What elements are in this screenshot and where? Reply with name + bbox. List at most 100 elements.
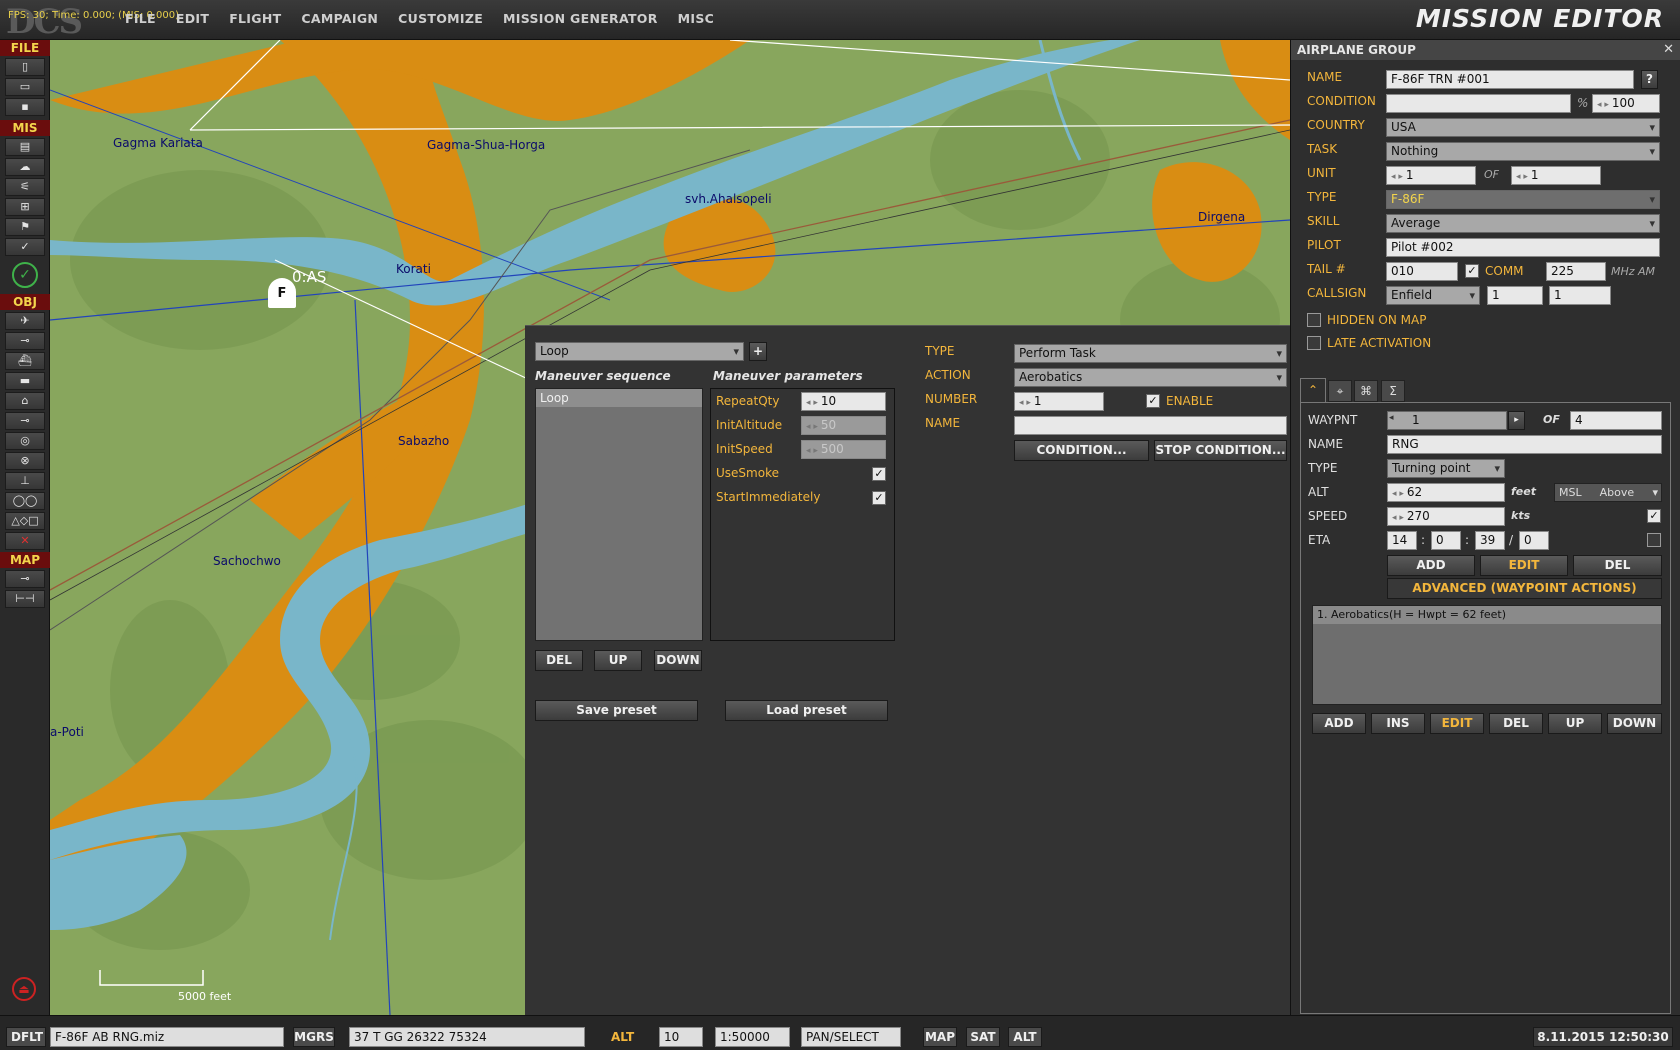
skill-select[interactable]: Average (1386, 214, 1660, 233)
eta-hours[interactable]: 14 (1387, 531, 1417, 550)
unit-spinner[interactable]: ◂ ▸ 1 (1386, 166, 1476, 185)
condition-button[interactable]: CONDITION... (1014, 440, 1149, 461)
sequence-down-button[interactable]: DOWN (654, 650, 702, 671)
type-select[interactable]: F-86F (1386, 190, 1660, 209)
template-icon[interactable]: ◯◯ (5, 492, 45, 510)
menu-mission-generator[interactable]: MISSION GENERATOR (503, 11, 658, 26)
use-smoke-checkbox[interactable]: ✓ (872, 467, 886, 481)
menu-misc[interactable]: MISC (678, 11, 714, 26)
close-icon[interactable]: ✕ (1663, 42, 1674, 57)
flag-icon[interactable]: ⚑ (5, 218, 45, 236)
map-key-icon[interactable]: ⊸ (5, 570, 45, 588)
late-activation-checkbox[interactable] (1307, 336, 1321, 350)
help-button[interactable]: ? (1641, 70, 1658, 89)
farp-icon[interactable]: ⊥ (5, 472, 45, 490)
waypoint-actions-list[interactable]: 1. Aerobatics(H = Hwpt = 62 feet) (1312, 605, 1662, 705)
exit-icon[interactable]: ⏏ (12, 977, 36, 1001)
hidden-on-map-checkbox[interactable] (1307, 313, 1321, 327)
menu-file[interactable]: FILE (125, 11, 156, 26)
static-object-icon[interactable]: ⌂ (5, 392, 45, 410)
list-item[interactable]: Loop (536, 389, 702, 407)
action-up-button[interactable]: UP (1548, 713, 1602, 734)
next-waypoint-icon[interactable]: ▸ (1508, 411, 1525, 430)
action-ins-button[interactable]: INS (1371, 713, 1425, 734)
action-down-button[interactable]: DOWN (1607, 713, 1662, 734)
trigger-icon[interactable]: ⚟ (5, 178, 45, 196)
altitude-reference-select[interactable]: MSL Above ▾ (1554, 483, 1662, 502)
waypoint-type-select[interactable]: Turning point (1387, 459, 1505, 478)
menu-flight[interactable]: FLIGHT (229, 11, 281, 26)
country-select[interactable]: USA (1386, 118, 1660, 137)
task-number-spinner[interactable]: ◂ ▸ 1 (1014, 392, 1104, 411)
new-file-icon[interactable]: ▯ (5, 58, 45, 76)
menu-customize[interactable]: CUSTOMIZE (398, 11, 483, 26)
enable-checkbox[interactable]: ✓ (1146, 394, 1160, 408)
condition-input[interactable] (1386, 94, 1571, 113)
coord-type-button[interactable]: MGRS (293, 1027, 335, 1047)
task-name-input[interactable] (1014, 416, 1287, 435)
group-name-input[interactable]: F-86F TRN #001 (1386, 70, 1634, 89)
eta-days[interactable]: 0 (1519, 531, 1549, 550)
unit-count-spinner[interactable]: ◂ ▸ 1 (1511, 166, 1601, 185)
target-icon[interactable]: ⊗ (5, 452, 45, 470)
check-icon[interactable]: ✓ (5, 238, 45, 256)
pilot-input[interactable]: Pilot #002 (1386, 238, 1660, 257)
comm-input[interactable]: 225 (1546, 262, 1606, 281)
maneuver-preset-select[interactable]: Loop (535, 342, 744, 361)
eta-minutes[interactable]: 0 (1431, 531, 1461, 550)
helicopter-icon[interactable]: ⊸ (5, 332, 45, 350)
mission-ok-icon[interactable]: ✓ (12, 262, 38, 288)
start-immediately-checkbox[interactable]: ✓ (872, 491, 886, 505)
menu-campaign[interactable]: CAMPAIGN (301, 11, 378, 26)
menu-edit[interactable]: EDIT (176, 11, 209, 26)
task-type-select[interactable]: Perform Task (1014, 344, 1287, 363)
route-icon[interactable]: ⊸ (5, 412, 45, 430)
tab-payload-icon[interactable]: ⌘ (1354, 380, 1378, 402)
prev-waypoint-icon[interactable]: ◂ (1389, 413, 1394, 423)
callsign-select[interactable]: Enfield (1386, 286, 1480, 305)
vehicle-icon[interactable]: ▬ (5, 372, 45, 390)
eta-seconds[interactable]: 39 (1475, 531, 1505, 550)
waypoint-select[interactable]: 1 (1387, 411, 1507, 430)
probability-spinner[interactable]: ◂ ▸ 100 (1592, 94, 1660, 113)
waypoint-del-button[interactable]: DEL (1573, 555, 1662, 576)
map-mode-button[interactable]: MAP (923, 1027, 957, 1047)
comm-checkbox[interactable]: ✓ (1465, 264, 1479, 278)
add-maneuver-button[interactable]: + (749, 342, 767, 361)
callsign-number-1[interactable]: 1 (1487, 286, 1543, 305)
mode-indicator[interactable]: DFLT (6, 1027, 46, 1047)
save-preset-button[interactable]: Save preset (535, 700, 698, 721)
advanced-waypoint-actions-button[interactable]: ADVANCED (WAYPOINT ACTIONS) (1387, 578, 1662, 599)
satellite-mode-button[interactable]: SAT (966, 1027, 1000, 1047)
stop-condition-button[interactable]: STOP CONDITION... (1154, 440, 1287, 461)
callsign-number-2[interactable]: 1 (1549, 286, 1611, 305)
goals-icon[interactable]: ⊞ (5, 198, 45, 216)
sequence-up-button[interactable]: UP (594, 650, 642, 671)
tab-targets-icon[interactable]: ⌖ (1328, 380, 1352, 402)
airplane-icon[interactable]: ✈ (5, 312, 45, 330)
briefing-icon[interactable]: ▤ (5, 138, 45, 156)
tab-route-icon[interactable]: ⌃ (1300, 378, 1326, 402)
ruler-icon[interactable]: ⊢⊣ (5, 590, 45, 608)
waypoint-edit-button[interactable]: EDIT (1480, 555, 1568, 576)
list-item[interactable]: 1. Aerobatics(H = Hwpt = 62 feet) (1313, 606, 1661, 624)
speed-spinner[interactable]: ◂ ▸ 270 (1387, 507, 1505, 526)
sequence-del-button[interactable]: DEL (535, 650, 583, 671)
save-icon[interactable]: ▪ (5, 98, 45, 116)
waypoint-name-input[interactable]: RNG (1387, 435, 1662, 454)
zone-icon[interactable]: ◎ (5, 432, 45, 450)
waypoint-add-button[interactable]: ADD (1387, 555, 1475, 576)
tab-summary-icon[interactable]: Σ (1381, 380, 1405, 402)
eta-lock-checkbox[interactable] (1647, 533, 1661, 547)
tail-input[interactable]: 010 (1386, 262, 1458, 281)
speed-lock-checkbox[interactable]: ✓ (1647, 509, 1661, 523)
open-folder-icon[interactable]: ▭ (5, 78, 45, 96)
task-select[interactable]: Nothing (1386, 142, 1660, 161)
weather-icon[interactable]: ☁ (5, 158, 45, 176)
action-edit-button[interactable]: EDIT (1430, 713, 1484, 734)
task-action-select[interactable]: Aerobatics (1014, 368, 1287, 387)
delete-icon[interactable]: ✕ (5, 532, 45, 550)
action-add-button[interactable]: ADD (1312, 713, 1366, 734)
action-del-button[interactable]: DEL (1489, 713, 1543, 734)
maneuver-sequence-list[interactable]: Loop (535, 388, 703, 641)
